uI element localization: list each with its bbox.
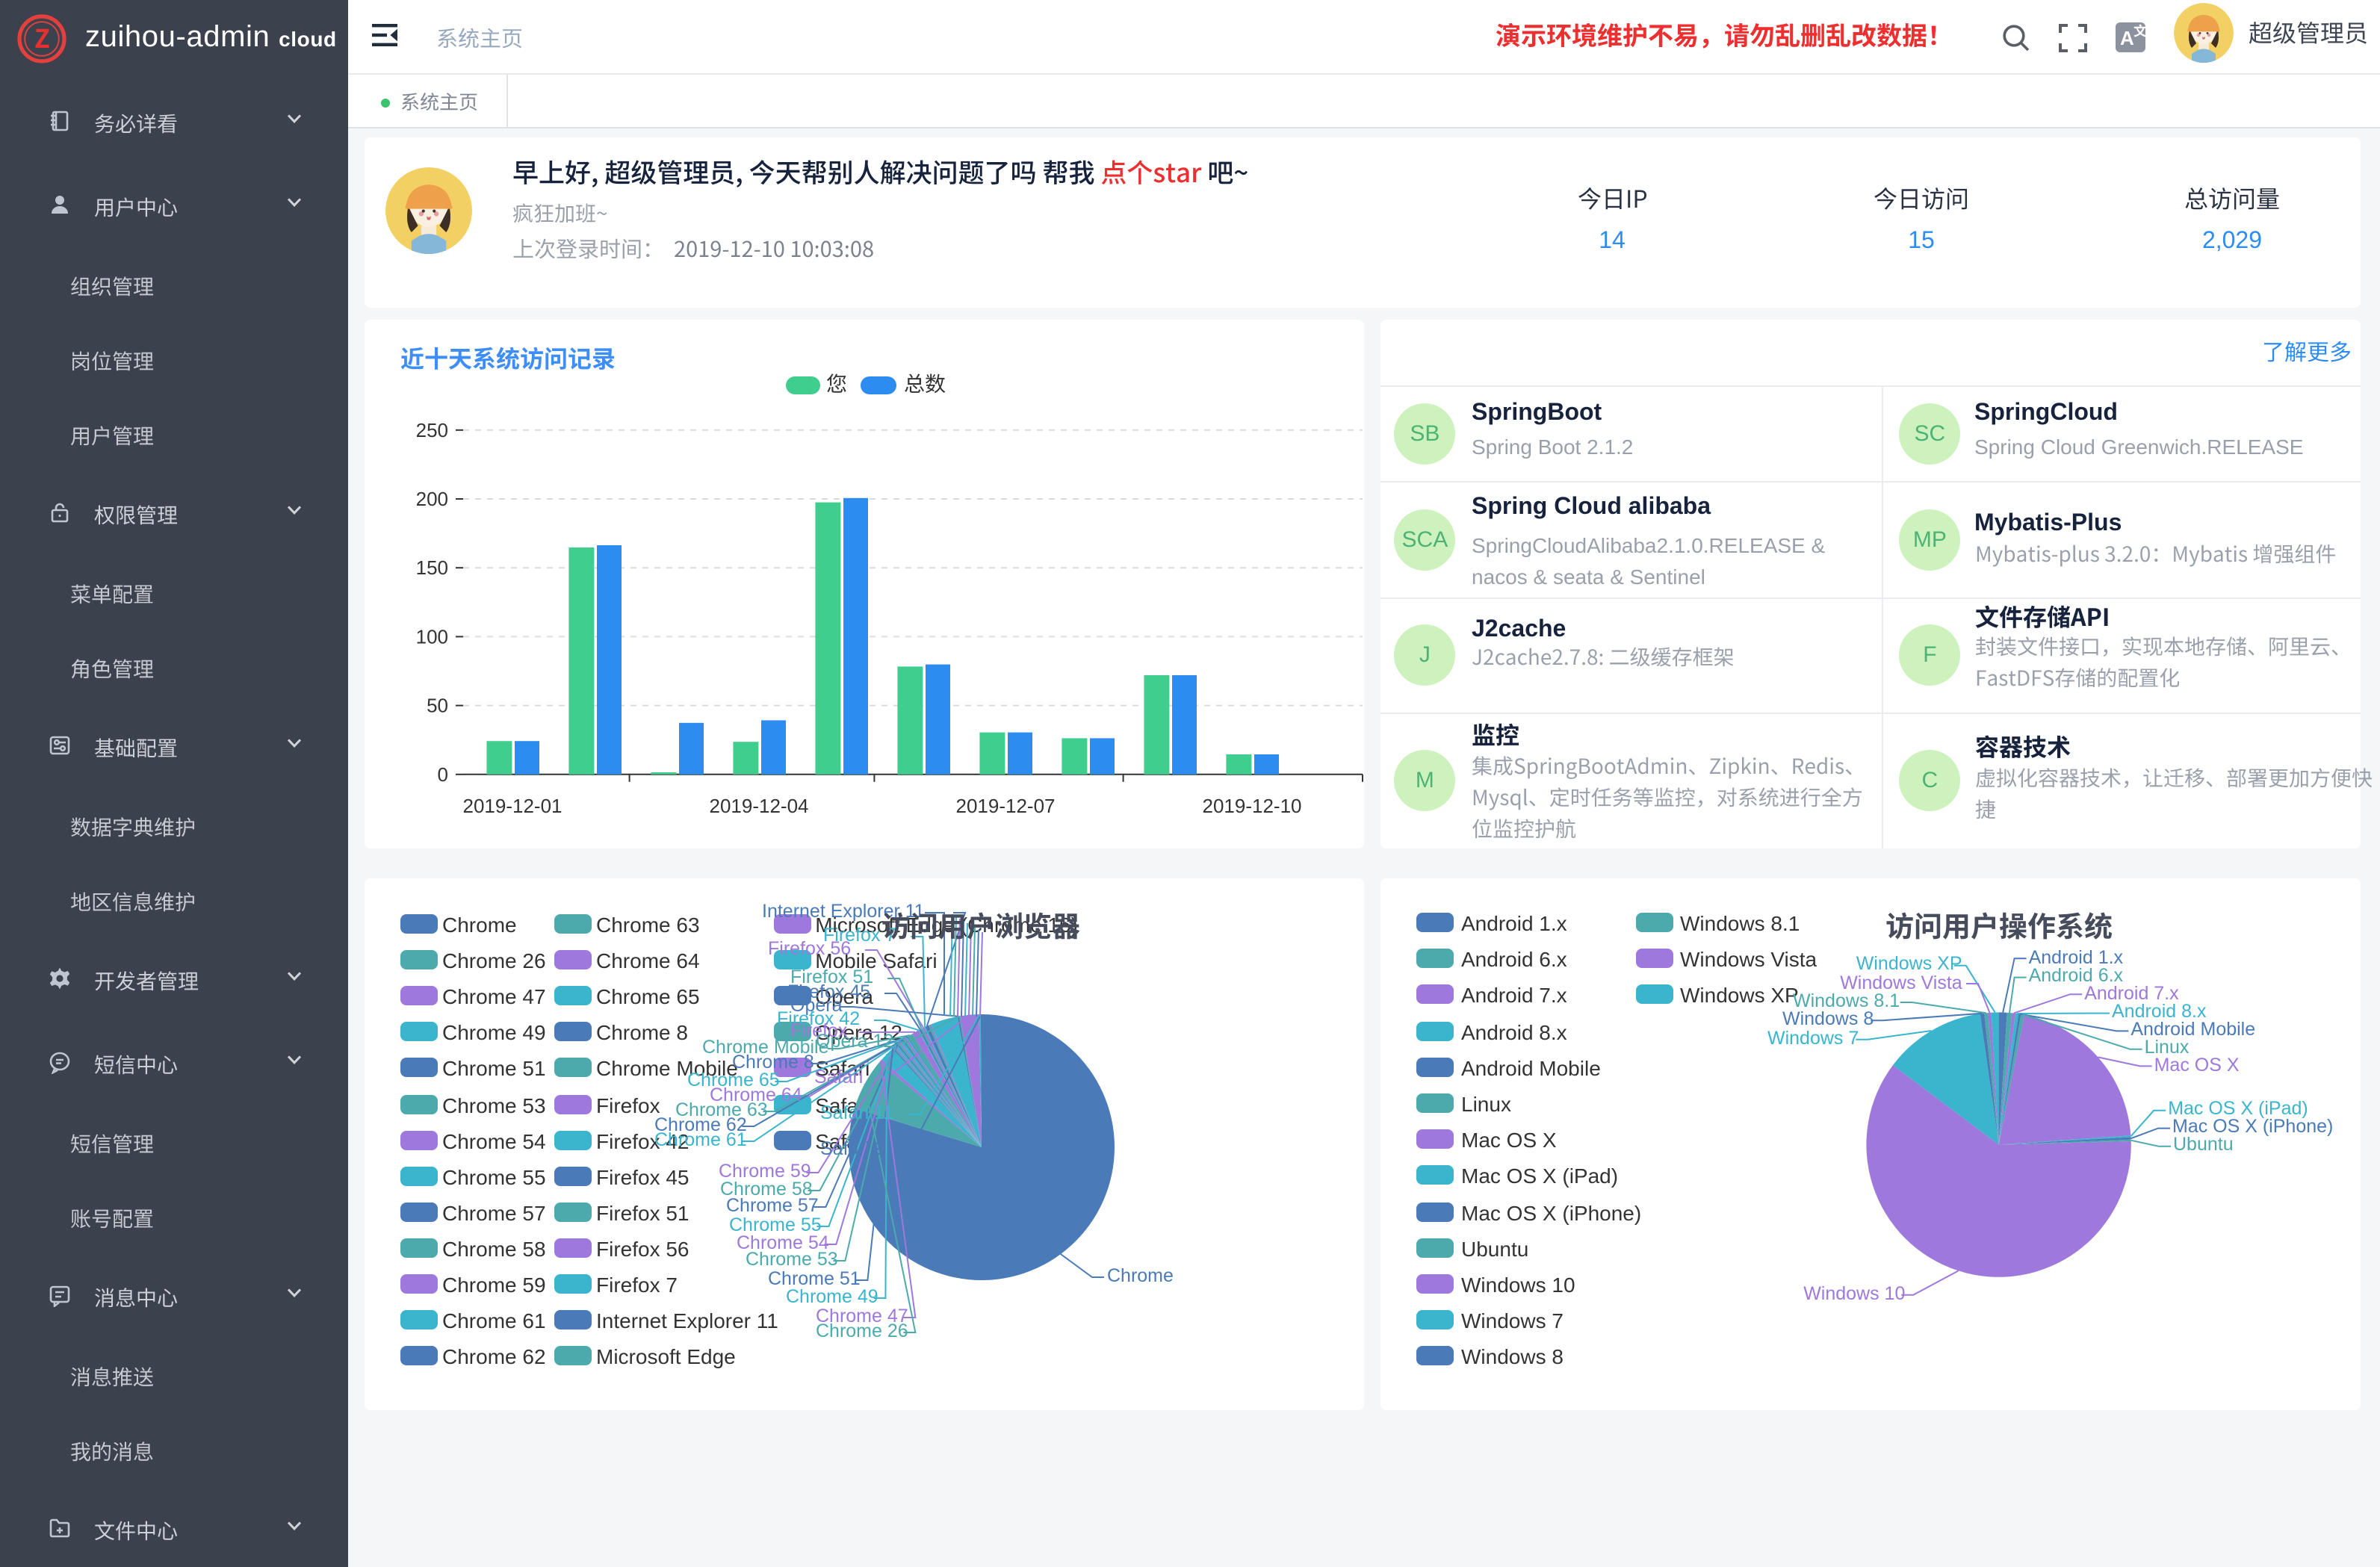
svg-text:2019-12-01: 2019-12-01 [463, 794, 563, 816]
svg-text:250: 250 [416, 418, 448, 441]
svg-text:2019-12-04: 2019-12-04 [710, 794, 809, 816]
svg-text:50: 50 [427, 694, 448, 716]
svg-text:150: 150 [416, 556, 448, 578]
svg-text:2019-12-07: 2019-12-07 [956, 794, 1056, 816]
svg-text:2019-12-10: 2019-12-10 [1203, 794, 1302, 816]
svg-text:0: 0 [438, 763, 448, 785]
svg-text:100: 100 [416, 624, 448, 647]
svg-text:200: 200 [416, 487, 448, 509]
